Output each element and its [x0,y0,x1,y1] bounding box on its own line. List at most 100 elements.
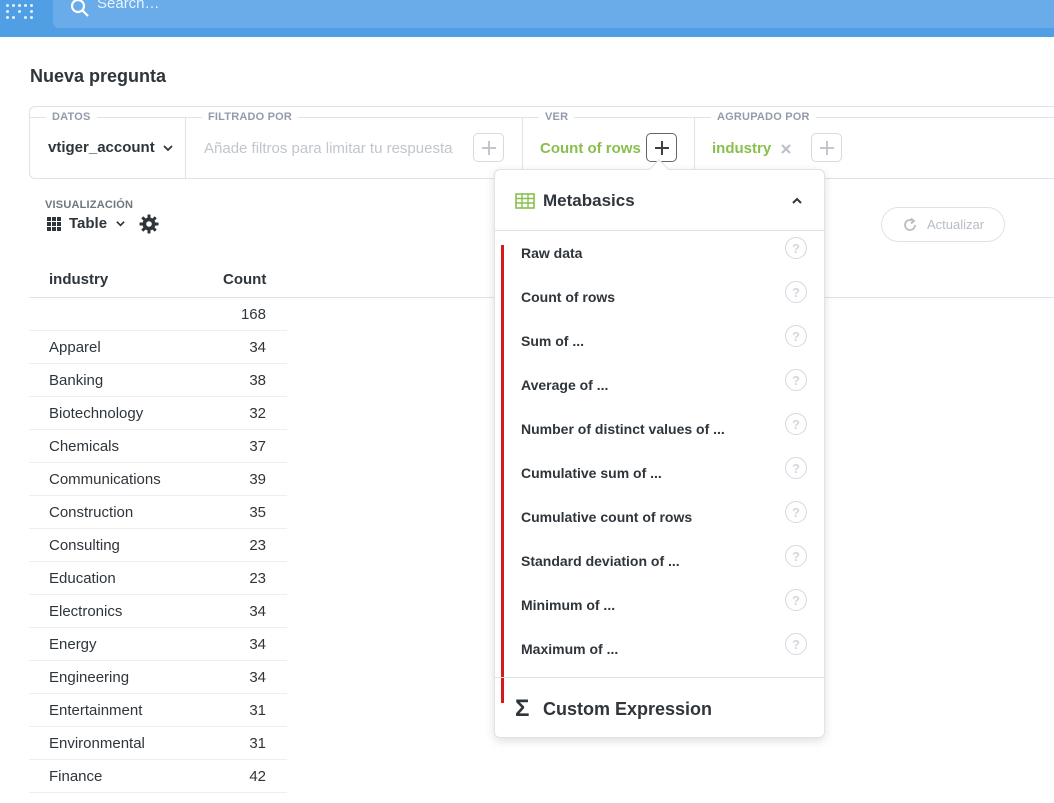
search-input[interactable]: Search… [97,0,160,12]
cell-count[interactable]: 37 [249,438,266,455]
popover-divider [495,677,824,678]
data-source-name: vtiger_account [48,139,155,156]
cell-industry[interactable]: Entertainment [49,702,142,719]
cell-count[interactable]: 39 [249,471,266,488]
table-row: Electronics 34 [29,595,287,628]
table-row: Communications 39 [29,463,287,496]
visualization-type-selector[interactable]: Table [47,215,126,232]
help-icon[interactable]: ? [785,457,807,479]
view-section: VER Count of rows [523,107,694,178]
cell-industry[interactable]: Biotechnology [49,405,143,422]
group-by-section: AGRUPADO POR industry [695,107,1054,178]
help-icon[interactable]: ? [785,589,807,611]
aggregation-option-maximum[interactable]: Maximum of ...? [521,633,811,685]
cell-industry[interactable]: Electronics [49,603,122,620]
cell-industry[interactable]: Finance [49,768,102,785]
search-bar[interactable]: Search… [53,0,1054,28]
aggregation-option-cumulative-count[interactable]: Cumulative count of rows? [521,501,811,553]
cell-count[interactable]: 34 [249,339,266,356]
cell-count[interactable]: 31 [249,735,266,752]
cell-industry[interactable]: Chemicals [49,438,119,455]
remove-breakout-icon[interactable] [780,143,792,155]
page-title: Nueva pregunta [30,66,167,86]
cell-industry[interactable]: Construction [49,504,133,521]
add-aggregation-button[interactable] [646,133,677,162]
help-icon[interactable]: ? [785,501,807,523]
cell-count[interactable]: 34 [249,636,266,653]
aggregation-option-sum[interactable]: Sum of ...? [521,325,811,377]
cell-count[interactable]: 35 [249,504,266,521]
search-icon [70,0,89,17]
sigma-icon: Σ [515,695,530,722]
aggregation-option-minimum[interactable]: Minimum of ...? [521,589,811,641]
aggregation-option-average[interactable]: Average of ...? [521,369,811,421]
help-icon[interactable]: ? [785,545,807,567]
help-icon[interactable]: ? [785,369,807,391]
cell-industry[interactable]: Engineering [49,669,129,686]
help-icon[interactable]: ? [785,237,807,259]
cell-count[interactable]: 32 [249,405,266,422]
cell-count[interactable]: 23 [249,537,266,554]
option-label: Raw data [521,245,583,261]
table-row: Apparel 34 [29,331,287,364]
table-row: Chemicals 37 [29,430,287,463]
metabasics-section-header[interactable]: Metabasics [495,170,824,231]
cell-industry[interactable]: Communications [49,471,161,488]
visualization-label: VISUALIZACIÓN [45,199,134,211]
aggregation-option-standard-deviation[interactable]: Standard deviation of ...? [521,545,811,597]
breakout-industry[interactable]: industry [712,140,771,157]
aggregation-option-count-of-rows[interactable]: Count of rows? [521,281,811,333]
gear-icon[interactable] [139,214,159,234]
cell-industry[interactable]: Education [49,570,116,587]
cell-industry[interactable]: Consulting [49,537,120,554]
table-row: Banking 38 [29,364,287,397]
cell-industry[interactable]: Environmental [49,735,145,752]
help-icon[interactable]: ? [785,325,807,347]
plus-icon [819,140,834,155]
cell-count[interactable]: 34 [249,669,266,686]
refresh-icon [904,217,916,231]
help-icon[interactable]: ? [785,633,807,655]
aggregation-option-cumulative-sum[interactable]: Cumulative sum of ...? [521,457,811,509]
table-icon [515,193,535,209]
metabasics-section-title: Metabasics [543,191,635,210]
option-label: Number of distinct values of ... [521,421,725,437]
table-row: Education 23 [29,562,287,595]
option-label: Cumulative sum of ... [521,465,662,481]
data-source-selector[interactable]: vtiger_account [48,139,174,156]
add-filter-button[interactable] [473,133,504,162]
refresh-label: Actualizar [926,217,985,232]
cell-count[interactable]: 38 [249,372,266,389]
help-icon[interactable]: ? [785,413,807,435]
top-navigation-bar: Search… [0,0,1054,37]
view-section-label: VER [539,111,575,123]
table-row: Engineering 34 [29,661,287,694]
column-header-industry[interactable]: industry [49,271,108,288]
aggregation-count-of-rows[interactable]: Count of rows [540,140,641,157]
chevron-up-icon[interactable] [791,195,803,207]
cell-industry[interactable]: Energy [49,636,97,653]
add-breakout-button[interactable] [811,133,842,162]
cell-count[interactable]: 168 [241,306,266,323]
group-by-section-label: AGRUPADO POR [711,111,816,123]
option-label: Maximum of ... [521,641,619,657]
filter-placeholder[interactable]: Añade filtros para limitar tu respuesta [204,140,452,157]
cell-industry[interactable]: Banking [49,372,103,389]
custom-expression-option[interactable]: Σ Custom Expression [515,695,712,723]
metabase-logo-icon[interactable] [4,0,34,20]
aggregation-option-distinct[interactable]: Number of distinct values of ...? [521,413,811,465]
cell-industry[interactable]: Apparel [49,339,101,356]
help-icon[interactable]: ? [785,281,807,303]
cell-count[interactable]: 42 [249,768,266,785]
data-section-label: DATOS [46,111,97,123]
plus-icon [654,140,669,155]
cell-count[interactable]: 23 [249,570,266,587]
custom-expression-label: Custom Expression [543,698,713,719]
cell-count[interactable]: 34 [249,603,266,620]
filter-section: FILTRADO POR Añade filtros para limitar … [186,107,522,178]
refresh-button[interactable]: Actualizar [881,207,1005,242]
cell-count[interactable]: 31 [249,702,266,719]
results-table: industry Count 168 Apparel 34 Banking 38 B… [29,262,1054,793]
aggregation-option-raw-data[interactable]: Raw data? [521,237,811,289]
column-header-count[interactable]: Count [223,271,266,288]
